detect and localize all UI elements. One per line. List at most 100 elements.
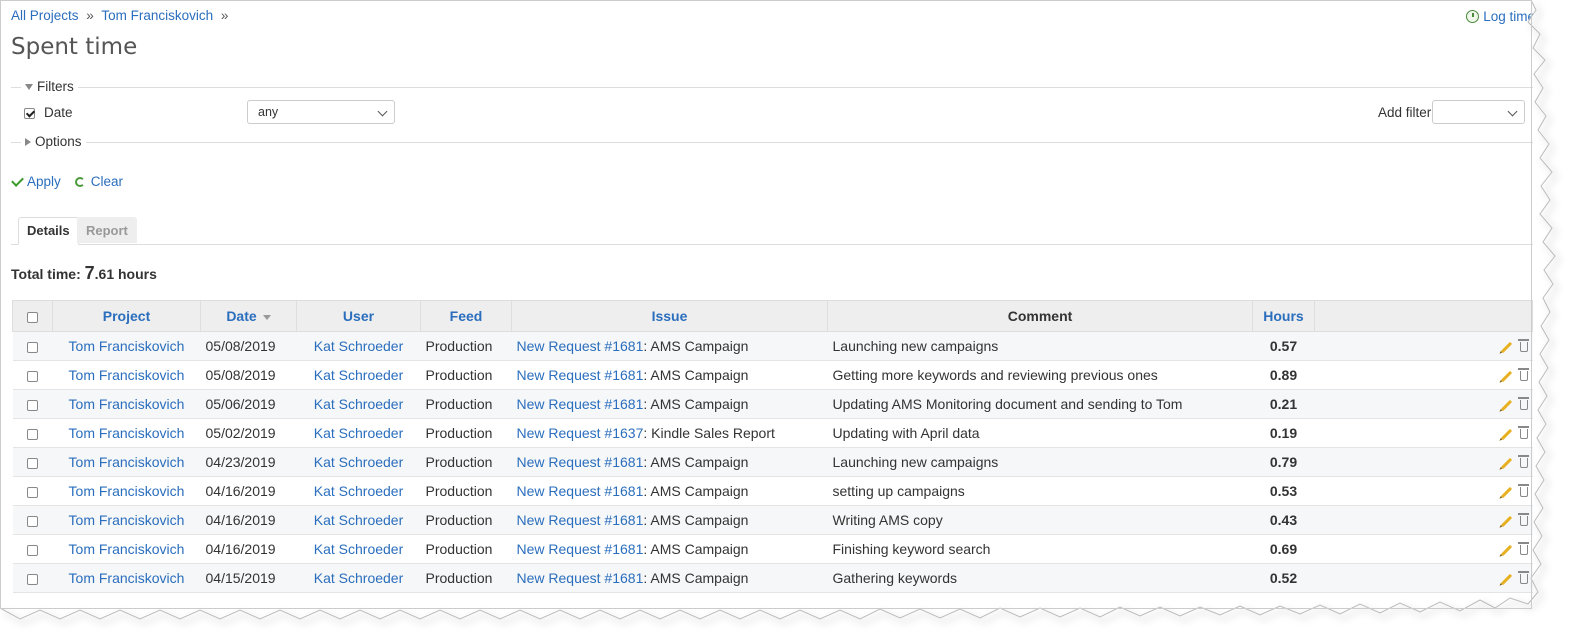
issue-link[interactable]: New Request #1681 — [517, 338, 644, 354]
pencil-icon[interactable] — [1500, 457, 1512, 469]
pencil-icon[interactable] — [1500, 573, 1512, 585]
cell-project: Tom Franciskovich — [52, 331, 201, 361]
user-link[interactable]: Kat Schroeder — [314, 541, 404, 557]
cell-date: 04/16/2019 — [200, 476, 297, 506]
issue-link[interactable]: New Request #1681 — [517, 570, 644, 586]
user-link[interactable]: Kat Schroeder — [314, 425, 404, 441]
project-link[interactable]: Tom Franciskovich — [69, 367, 185, 383]
issue-link[interactable]: New Request #1681 — [517, 367, 644, 383]
table-body: Tom Franciskovich 05/08/2019 Kat Schroeder… — [12, 331, 1533, 593]
column-header-issue[interactable]: Issue — [511, 300, 828, 332]
column-header-hours[interactable]: Hours — [1252, 300, 1315, 332]
cell-user: Kat Schroeder — [296, 447, 421, 477]
clear-label[interactable]: Clear — [91, 174, 123, 189]
issue-link[interactable]: New Request #1637 — [517, 425, 644, 441]
user-link[interactable]: Kat Schroeder — [314, 512, 404, 528]
row-select-checkbox[interactable] — [27, 428, 38, 440]
pencil-icon[interactable] — [1500, 341, 1512, 353]
row-select-checkbox[interactable] — [27, 573, 38, 585]
apply-button[interactable]: Apply — [11, 174, 61, 189]
breadcrumb-all-projects[interactable]: All Projects — [11, 8, 79, 23]
clear-button[interactable]: Clear — [69, 174, 123, 189]
issue-link[interactable]: New Request #1681 — [517, 454, 644, 470]
filter-date-checkbox[interactable] — [24, 108, 35, 119]
row-select-checkbox[interactable] — [27, 399, 38, 411]
pencil-icon[interactable] — [1500, 486, 1512, 498]
issue-link[interactable]: New Request #1681 — [517, 396, 644, 412]
breadcrumb-project[interactable]: Tom Franciskovich — [101, 8, 213, 23]
project-link[interactable]: Tom Franciskovich — [69, 512, 185, 528]
cell-comment: Finishing keyword search — [827, 534, 1253, 564]
pencil-icon[interactable] — [1500, 544, 1512, 556]
column-header-date[interactable]: Date — [200, 300, 297, 332]
project-link[interactable]: Tom Franciskovich — [69, 483, 185, 499]
cell-actions — [1314, 360, 1533, 390]
row-select-checkbox[interactable] — [27, 515, 38, 527]
log-time-label[interactable]: Log time — [1483, 9, 1535, 24]
cell-date: 04/16/2019 — [200, 505, 297, 535]
cell-date: 04/15/2019 — [200, 563, 297, 593]
column-header-project[interactable]: Project — [52, 300, 201, 332]
project-link[interactable]: Tom Franciskovich — [69, 541, 185, 557]
trash-icon[interactable] — [1517, 513, 1529, 527]
tab-details[interactable]: Details — [18, 217, 79, 245]
user-link[interactable]: Kat Schroeder — [314, 454, 404, 470]
project-link[interactable]: Tom Franciskovich — [69, 454, 185, 470]
add-filter-select[interactable] — [1432, 100, 1525, 124]
trash-icon[interactable] — [1517, 542, 1529, 556]
total-time: Total time: 7.61 hours — [11, 263, 157, 284]
issue-title: : AMS Campaign — [643, 483, 749, 499]
row-select-checkbox[interactable] — [27, 370, 38, 382]
tab-report[interactable]: Report — [77, 217, 137, 243]
row-select-checkbox[interactable] — [27, 341, 38, 353]
cell-date: 05/08/2019 — [200, 360, 297, 390]
trash-icon[interactable] — [1517, 426, 1529, 440]
pencil-icon[interactable] — [1500, 399, 1512, 411]
trash-icon[interactable] — [1517, 368, 1529, 382]
user-link[interactable]: Kat Schroeder — [314, 396, 404, 412]
user-link[interactable]: Kat Schroeder — [314, 338, 404, 354]
trash-icon[interactable] — [1517, 397, 1529, 411]
cell-project: Tom Franciskovich — [52, 476, 201, 506]
row-select-checkbox[interactable] — [27, 544, 38, 556]
project-link[interactable]: Tom Franciskovich — [69, 425, 185, 441]
user-link[interactable]: Kat Schroeder — [314, 570, 404, 586]
cell-project: Tom Franciskovich — [52, 360, 201, 390]
trash-icon[interactable] — [1517, 571, 1529, 585]
chevron-down-icon — [1507, 106, 1518, 117]
issue-link[interactable]: New Request #1681 — [517, 512, 644, 528]
filter-date-operator-select[interactable]: any — [247, 100, 395, 124]
pencil-icon[interactable] — [1500, 428, 1512, 440]
cell-date: 05/08/2019 — [200, 331, 297, 361]
cell-feed: Production — [420, 505, 512, 535]
cell-hours: 0.52 — [1252, 563, 1315, 593]
select-all-checkbox[interactable] — [27, 311, 38, 323]
column-header-user[interactable]: User — [296, 300, 421, 332]
table-header-row: Project Date User Feed Issue Comment Hou… — [12, 300, 1533, 332]
cell-feed: Production — [420, 418, 512, 448]
pencil-icon[interactable] — [1500, 370, 1512, 382]
filters-legend[interactable]: Filters — [21, 79, 78, 94]
issue-link[interactable]: New Request #1681 — [517, 483, 644, 499]
trash-icon[interactable] — [1517, 484, 1529, 498]
options-legend[interactable]: Options — [21, 134, 86, 149]
tabs: Details Report — [11, 216, 1533, 245]
project-link[interactable]: Tom Franciskovich — [69, 570, 185, 586]
column-header-feed[interactable]: Feed — [420, 300, 512, 332]
trash-icon[interactable] — [1517, 339, 1529, 353]
project-link[interactable]: Tom Franciskovich — [69, 396, 185, 412]
cell-comment: Launching new campaigns — [827, 447, 1253, 477]
log-time-link[interactable]: Log time — [1466, 9, 1535, 24]
reload-icon — [74, 176, 85, 187]
apply-label[interactable]: Apply — [27, 174, 61, 189]
pencil-icon[interactable] — [1500, 515, 1512, 527]
project-link[interactable]: Tom Franciskovich — [69, 338, 185, 354]
options-legend-label: Options — [35, 134, 82, 149]
row-select-checkbox[interactable] — [27, 486, 38, 498]
issue-title: : AMS Campaign — [643, 367, 749, 383]
user-link[interactable]: Kat Schroeder — [314, 483, 404, 499]
trash-icon[interactable] — [1517, 455, 1529, 469]
issue-link[interactable]: New Request #1681 — [517, 541, 644, 557]
user-link[interactable]: Kat Schroeder — [314, 367, 404, 383]
row-select-checkbox[interactable] — [27, 457, 38, 469]
